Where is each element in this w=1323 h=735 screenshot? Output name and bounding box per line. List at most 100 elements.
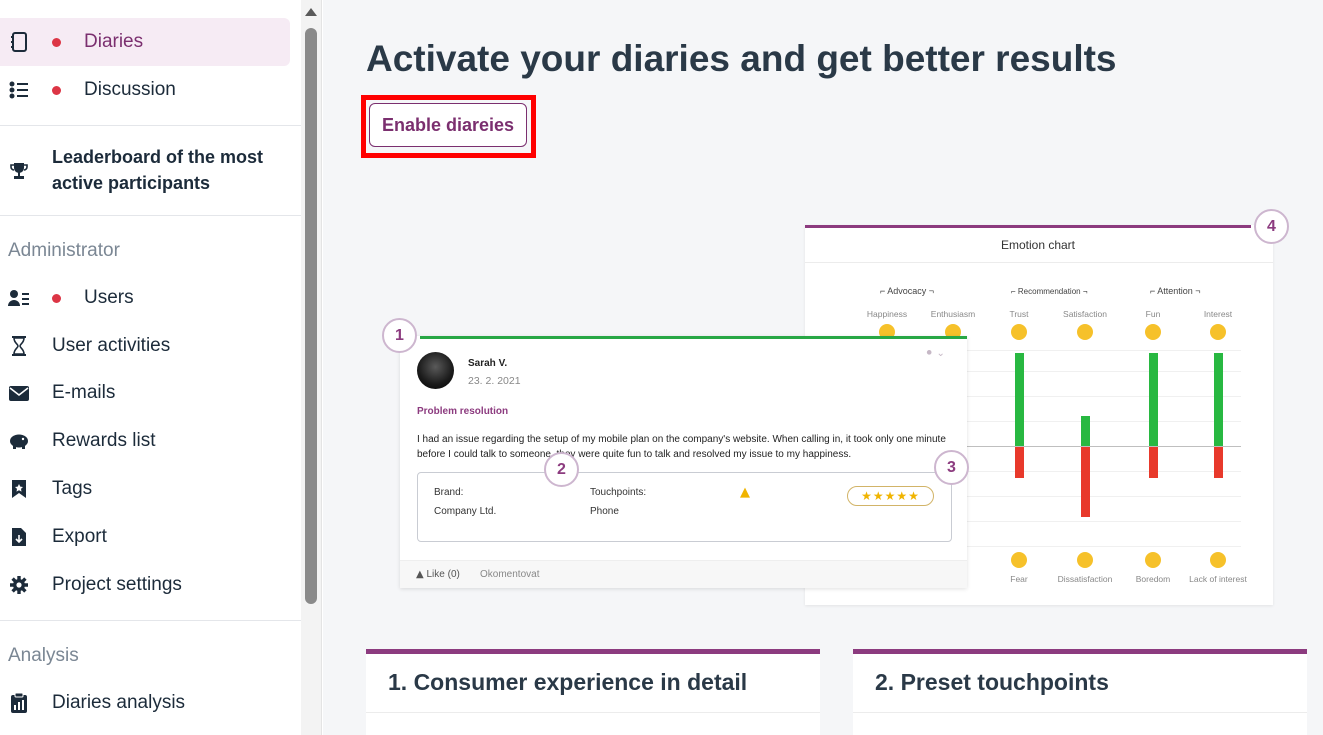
emotion-label: Lack of interest: [1189, 574, 1247, 584]
sidebar-item-user-activities[interactable]: User activities: [0, 322, 290, 370]
piggy-bank-icon: [8, 430, 30, 452]
emoji-icon: [1077, 552, 1093, 568]
emoji-icon: [1145, 552, 1161, 568]
divider: [366, 712, 820, 713]
page-title: Activate your diaries and get better res…: [366, 38, 1117, 79]
sidebar-item-label: Project settings: [52, 574, 182, 595]
bar-positive: [1214, 353, 1223, 446]
avatar: [417, 352, 454, 389]
app-root: Diaries Discussion Leaderboard of the mo…: [0, 0, 1323, 735]
gear-icon: [8, 574, 30, 596]
like-button[interactable]: ▲ Like (0): [416, 569, 460, 580]
section-heading-administrator: Administrator: [8, 240, 120, 261]
group-label-advocacy: ⌐ Advocacy ¬: [880, 286, 935, 296]
emoji-icon: [1011, 324, 1027, 340]
feature-card-preset-touchpoints: 2. Preset touchpoints: [853, 649, 1307, 735]
emotion-label: Interest: [1203, 309, 1233, 319]
sidebar-divider: [0, 620, 301, 621]
divider: [853, 712, 1307, 713]
group-label-recommendation: ⌐ Recommendation ¬: [1011, 287, 1088, 296]
users-icon: [8, 287, 30, 309]
callout-3: 3: [934, 450, 969, 485]
callout-1: 1: [382, 318, 417, 353]
section-heading-analysis: Analysis: [8, 645, 79, 666]
sidebar-item-label: Diaries analysis: [52, 692, 186, 713]
sidebar-item-diaries[interactable]: Diaries: [0, 18, 290, 66]
emoji-icon: [1210, 552, 1226, 568]
divider: [805, 262, 1273, 263]
callout-4: 4: [1254, 209, 1289, 244]
file-download-icon: [8, 526, 30, 548]
notification-dot: [52, 85, 61, 95]
tag-dropdown-icon[interactable]: ⚫︎ ⌄: [925, 348, 945, 359]
scrollbar-thumb[interactable]: [305, 28, 317, 604]
like-label: Like (0): [426, 569, 460, 580]
notification-dot: [52, 37, 61, 47]
emotion-label: Happiness: [866, 309, 908, 319]
diary-entry-card: Sarah V. 23. 2. 2021 ⚫︎ ⌄ Problem resolu…: [400, 336, 967, 588]
list-icon: [8, 79, 30, 101]
sidebar-item-project-settings[interactable]: Project settings: [0, 561, 290, 609]
card-accent-bar: [420, 336, 967, 339]
emotion-label: Satisfaction: [1063, 309, 1107, 319]
entry-details-box: Brand: Company Ltd. Touchpoints: Phone ▲: [417, 472, 952, 542]
trophy-icon: [8, 160, 30, 182]
comment-button[interactable]: Okomentovat: [480, 569, 539, 580]
group-label-attention: ⌐ Attention ¬: [1150, 286, 1201, 296]
sidebar-item-discussion[interactable]: Discussion: [0, 66, 290, 114]
emotion-label: Fear: [1010, 574, 1028, 584]
touchpoints-value: Phone: [590, 506, 619, 517]
sidebar-item-label: Leaderboard of the most: [52, 147, 264, 167]
emoji-icon: [1210, 324, 1226, 340]
hourglass-icon: [8, 335, 30, 357]
card-accent-bar: [805, 225, 1251, 228]
bar-negative: [1149, 447, 1158, 478]
thumbs-up-icon: ▲: [416, 569, 424, 580]
enable-diaries-button[interactable]: Enable diareies: [369, 103, 527, 147]
emotion-label: Dissatisfaction: [1057, 574, 1113, 584]
sidebar-item-label-line2: active participants: [52, 173, 211, 193]
feature-card-consumer-experience: 1. Consumer experience in detail: [366, 649, 820, 735]
sidebar-item-label: User activities: [52, 335, 171, 356]
sidebar-item-label: Tags: [52, 478, 93, 499]
sidebar: Diaries Discussion Leaderboard of the mo…: [0, 0, 301, 735]
emotion-label: Enthusiasm: [930, 309, 976, 319]
scroll-up-arrow-icon[interactable]: [305, 8, 317, 16]
main-content: Activate your diaries and get better res…: [323, 0, 1323, 735]
emotion-label: Boredom: [1135, 574, 1171, 584]
sidebar-divider: [0, 215, 301, 216]
author-name: Sarah V.: [468, 358, 508, 369]
bar-negative: [1015, 447, 1024, 478]
sidebar-item-label: Rewards list: [52, 430, 156, 451]
sidebar-item-rewards-list[interactable]: Rewards list: [0, 417, 290, 465]
emoji-icon: [1145, 324, 1161, 340]
sidebar-item-label: Discussion: [84, 79, 176, 100]
entry-footer: ▲ Like (0) Okomentovat: [400, 560, 967, 588]
sidebar-item-tags[interactable]: Tags: [0, 465, 290, 513]
bar-positive: [1015, 353, 1024, 446]
sidebar-item-users[interactable]: Users: [0, 274, 290, 322]
card-accent-bar: [366, 649, 820, 654]
feature-card-title: 2. Preset touchpoints: [875, 669, 1109, 695]
bar-positive: [1149, 353, 1158, 446]
brand-value: Company Ltd.: [434, 506, 497, 517]
sidebar-item-emails[interactable]: E-mails: [0, 369, 290, 417]
sidebar-item-label: Users: [84, 287, 134, 308]
bookmark-icon: [8, 478, 30, 500]
clipboard-chart-icon: [8, 692, 30, 714]
sidebar-item-label: Export: [52, 526, 107, 547]
notification-dot: [52, 293, 61, 303]
emotion-label: Trust: [1009, 309, 1029, 319]
sidebar-item-label: E-mails: [52, 382, 116, 403]
entry-topic: Problem resolution: [417, 406, 509, 417]
sidebar-item-export[interactable]: Export: [0, 513, 290, 561]
envelope-icon: [8, 382, 30, 404]
sidebar-item-leaderboard[interactable]: Leaderboard of the most active participa…: [0, 143, 290, 199]
chart-title: Emotion chart: [1000, 238, 1076, 252]
sidebar-item-diaries-analysis[interactable]: Diaries analysis: [0, 679, 290, 727]
sidebar-divider: [0, 125, 301, 126]
card-accent-bar: [853, 649, 1307, 654]
entry-text: I had an issue regarding the setup of my…: [417, 434, 946, 460]
brand-label: Brand:: [434, 487, 464, 498]
feature-card-title: 1. Consumer experience in detail: [388, 669, 748, 695]
